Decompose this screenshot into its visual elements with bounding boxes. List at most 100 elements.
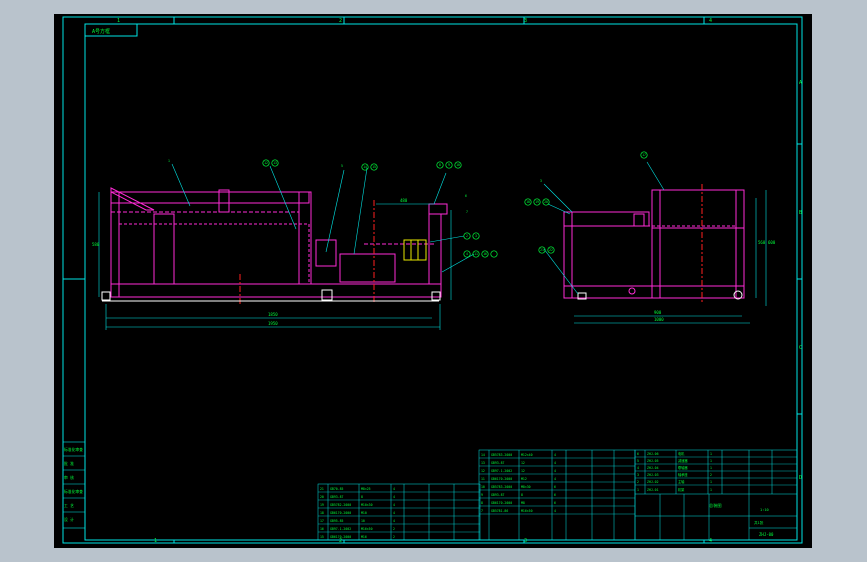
balloon-label: 11 [474,252,478,256]
bom-cell: GB5783-2000 [491,453,512,457]
balloon-label: 4 [466,252,468,256]
zone-number: 3 [524,18,527,24]
bom-cell: 17 [320,519,324,523]
part-cell: 1 [710,459,712,463]
bom-cell: GB6170-2000 [330,535,351,539]
bom-cell: GB5781-86 [491,509,508,513]
drawing-title: 总装图 [709,502,722,509]
drawing-scale: 1:10 [760,508,769,512]
side-view[interactable]: 900 1000 560 600 3 17 18 19 20 21 22 [524,151,776,324]
bom-cell: GB5782-2000 [330,503,351,507]
bom-cell: 15 [320,535,324,539]
part-cell: 联轴器 [678,465,688,470]
bom-cell: 7 [481,509,483,513]
bom-cell: 4 [554,461,556,465]
part-cell: ZHJ-03 [647,473,659,477]
bom-left-table: 21 GB70-85 M8×25 4 20 GB93-87 8 4 19 GB5… [318,487,480,539]
bom-row: 9 GB93-87 8 6 [479,493,635,499]
leader-line [353,167,368,255]
part-cell: 1 [710,466,712,470]
part-row: 5 ZHJ-05 减速器 1 [635,458,797,465]
bom-cell: M8×25 [361,487,371,491]
part-cell: 3 [637,473,639,477]
motor-housing [315,239,337,267]
bom-cell: 10 [481,485,485,489]
coupling [403,239,427,261]
gear-reducer [339,253,396,283]
dim-text: 560 [758,240,766,245]
zone-number: 4 [709,18,712,24]
foot-pad [321,289,333,301]
side-mid-post [651,189,661,299]
zone-number: 1 [117,18,120,24]
drawing-number: ZHJ-00 [759,532,774,537]
zone-letter: C [799,345,802,351]
dim-text: 1950 [268,321,278,326]
leader-line [543,183,573,213]
bom-cell: 2 [393,535,395,539]
part-row: 2 ZHJ-02 主轴 1 [635,479,797,486]
bottom-zone-number: 1 [154,538,157,544]
side-bracket [633,213,645,227]
bom-row: 13 GB93-87 12 4 [479,461,635,467]
part-row: 1 ZHJ-01 机架 1 [637,487,712,492]
bom-cell: 11 [481,477,485,481]
side-right-post [735,189,745,299]
part-cell: ZHJ-05 [647,459,659,463]
bom-cell: 4 [393,495,395,499]
bom-cell: M16 [361,535,367,539]
bom-cell: 4 [393,511,395,515]
part-cell: 1 [710,488,712,492]
balloon-label: 3 [475,234,477,238]
part-balloon [490,250,498,258]
part-cell: 轴承座 [678,472,688,477]
balloon-label: 17 [642,153,646,157]
leader-line [433,172,447,205]
signoff-label: 工 艺 [64,503,74,508]
bom-row: 15 GB6170-2000 M16 2 [320,535,395,539]
side-hole [628,287,636,295]
bom-cell: GB97.1-2002 [330,527,351,531]
bom-cell: 21 [320,487,324,491]
front-view[interactable]: 1850 1950 480 580 1 12 13 5 14 15 8 9 10… [92,159,498,330]
bom-cell: 4 [554,453,556,457]
side-base-beam [563,285,745,299]
signoff-label: 审 核 [64,475,74,480]
part-cell: 2 [637,480,639,484]
leader-line [171,163,191,207]
part-cell: ZHJ-06 [647,452,659,456]
drawing-canvas[interactable]: A号方框 1 2 3 4 A B C D 1 2 3 4 1850 1950 4… [54,14,812,548]
bom-cell: 12 [521,461,525,465]
leader-line [646,161,665,191]
bom-row: 19 GB5782-2000 M10×30 4 [318,503,480,509]
bom-cell: 8 [481,501,483,505]
part-cell: 减速器 [678,458,688,463]
zone-letter: B [799,210,802,216]
balloon-label: 16 [483,252,487,256]
signoff-label: 设 计 [64,517,74,522]
bom-cell: 10 [361,519,365,523]
balloon-label: 14 [363,165,367,169]
part-cell: 1 [710,480,712,484]
bom-row: 7 GB5781-86 M16×50 4 [479,509,635,515]
leader-line [547,203,571,215]
bom-cell: M12 [521,477,527,481]
balloon-label: 2 [466,234,468,238]
bom-cell: 2 [393,527,395,531]
bottom-zone-number: 4 [709,538,712,544]
bom-cell: 8 [521,493,523,497]
frame-left-post [110,191,120,298]
bom-cell: GB93-87 [491,493,505,497]
dim-text: 900 [654,310,662,315]
top-bracket [428,203,448,215]
bom-cell: M12×40 [521,453,533,457]
part-row: 3 ZHJ-03 轴承座 2 [635,472,797,479]
part-cell: 5 [637,459,639,463]
bom-cell: 4 [554,469,556,473]
side-upper-frame [651,189,745,229]
bom-cell: 8 [361,495,363,499]
part-cell: ZHJ-02 [647,480,659,484]
bom-cell: 6 [554,501,556,505]
balloon-label: 18 [526,200,530,204]
bom-cell: M16×50 [521,509,533,513]
